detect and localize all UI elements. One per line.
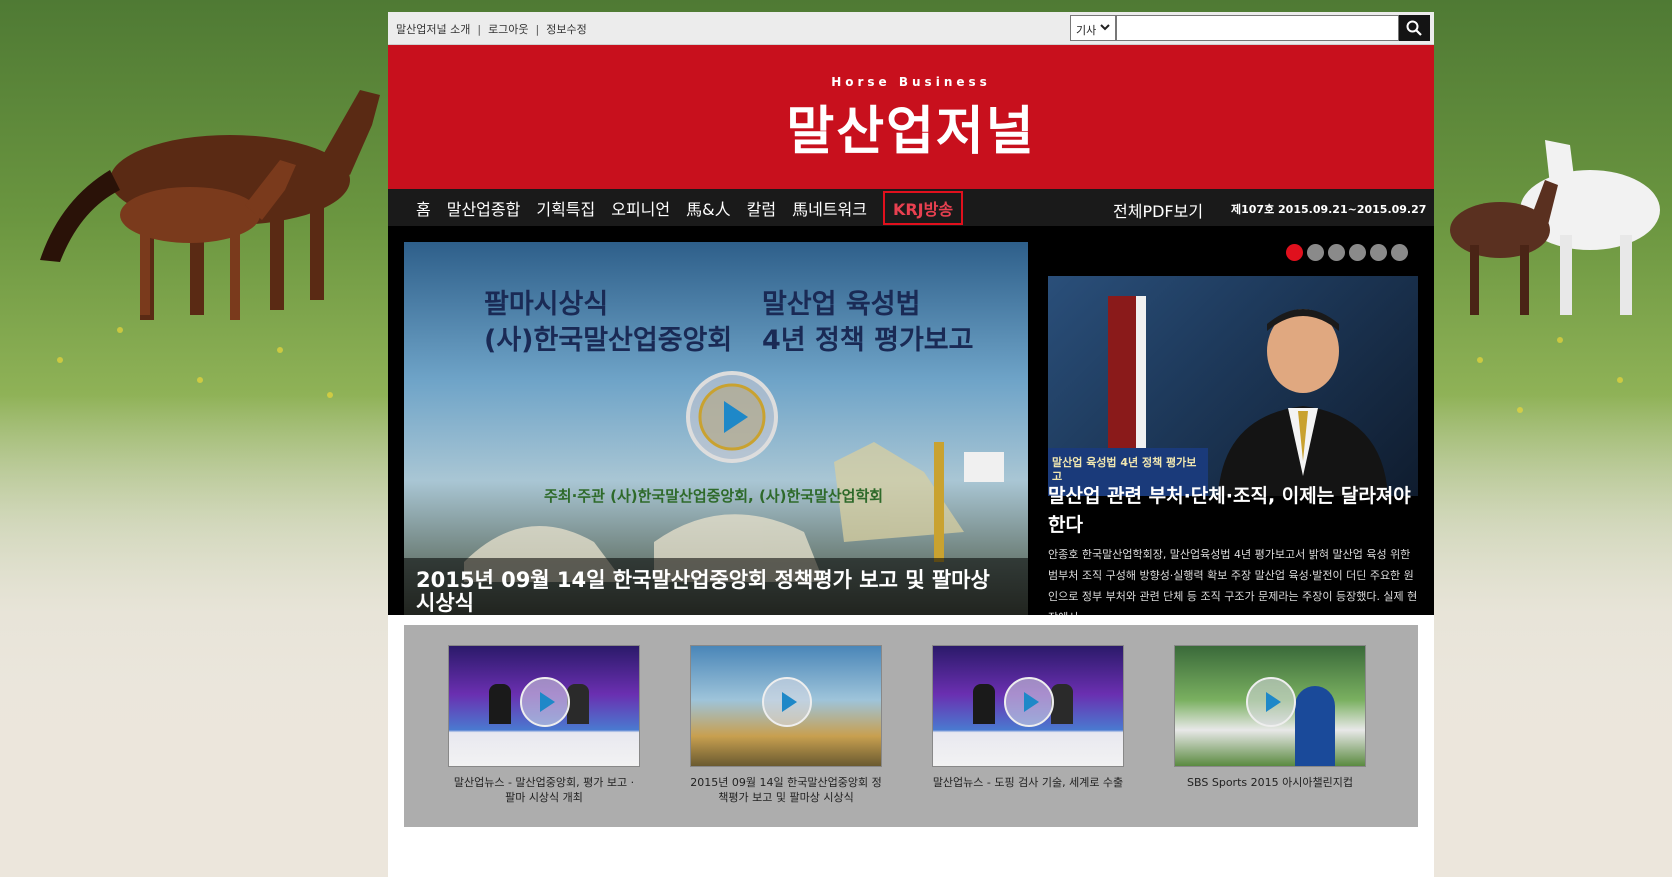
podium-text: 말산업 육성법 4년 정책 평가보고 bbox=[1052, 456, 1197, 483]
headline-title[interactable]: 말산업 관련 부처·단체·조직, 이제는 달라져야 한다 bbox=[1048, 482, 1420, 540]
slide-pager bbox=[1286, 244, 1412, 261]
nav-item-krj-broadcast[interactable]: KRJ방송 bbox=[882, 190, 964, 225]
about-link[interactable]: 말산업저널 소개 bbox=[396, 23, 470, 36]
search-form: 기사 bbox=[1070, 15, 1434, 41]
nav-item-opinion[interactable]: 오피니언 bbox=[611, 196, 670, 220]
video-thumb-3[interactable]: 말산업뉴스 - 도핑 검사 기술, 세계로 수출 bbox=[932, 645, 1124, 790]
video-list-section: 말산업뉴스 - 말산업중앙회, 평가 보고 · 팔마 시상식 개최 2015년 … bbox=[388, 615, 1434, 877]
slide-dot-2[interactable] bbox=[1307, 244, 1324, 261]
video-organizer-text: 주최·주관 (사)한국말산업중앙회, (사)한국말산업학회 bbox=[544, 487, 884, 505]
play-icon bbox=[762, 677, 812, 727]
nav-item-people[interactable]: 馬&人 bbox=[686, 196, 730, 220]
nav-item-home[interactable]: 홈 bbox=[416, 196, 431, 220]
video-thumb-image[interactable] bbox=[1174, 645, 1366, 767]
logo-subtitle: Horse Business bbox=[831, 75, 991, 89]
video-thumb-image[interactable] bbox=[448, 645, 640, 767]
main-nav: 홈 말산업종합 기획특집 오피니언 馬&人 칼럼 馬네트워크 KRJ방송 전체P… bbox=[388, 189, 1434, 226]
logout-link[interactable]: 로그아웃 bbox=[488, 23, 528, 36]
slide-dot-1[interactable] bbox=[1286, 244, 1303, 261]
feature-section: 팔마시상식 (사)한국말산업중앙회 말산업 육성법 4년 정책 평가보고 주최·… bbox=[388, 226, 1434, 650]
play-icon bbox=[1004, 677, 1054, 727]
video-thumb-image[interactable] bbox=[932, 645, 1124, 767]
video-title-left: 팔마시상식 (사)한국말산업중앙회 bbox=[484, 289, 733, 356]
video-thumb-caption[interactable]: 말산업뉴스 - 도핑 검사 기술, 세계로 수출 bbox=[932, 775, 1124, 790]
play-icon bbox=[520, 677, 570, 727]
video-thumb-image[interactable] bbox=[690, 645, 882, 767]
flag-decoration bbox=[934, 442, 1004, 562]
page-container: 말산업저널 소개 | 로그아웃 | 정보수정 기사 Horse Business 말산업… bbox=[388, 12, 1434, 877]
video-thumb-4[interactable]: SBS Sports 2015 아시아챌린지컵 bbox=[1174, 645, 1366, 790]
slide-dot-4[interactable] bbox=[1349, 244, 1366, 261]
video-list: 말산업뉴스 - 말산업중앙회, 평가 보고 · 팔마 시상식 개최 2015년 … bbox=[404, 625, 1418, 827]
nav-item-network[interactable]: 馬네트워크 bbox=[792, 196, 867, 220]
horse-illustration-right bbox=[1450, 140, 1660, 315]
site-header: Horse Business 말산업저널 bbox=[388, 45, 1434, 189]
link-separator: | bbox=[535, 23, 540, 36]
nav-item-features[interactable]: 기획특집 bbox=[536, 196, 595, 220]
video-thumb-caption[interactable]: 말산업뉴스 - 말산업중앙회, 평가 보고 · 팔마 시상식 개최 bbox=[448, 775, 640, 805]
slide-dot-3[interactable] bbox=[1328, 244, 1345, 261]
full-pdf-link[interactable]: 전체PDF보기 bbox=[1113, 198, 1203, 222]
video-title-right: 말산업 육성법 4년 정책 평가보고 bbox=[762, 289, 974, 356]
nav-menu: 홈 말산업종합 기획특집 오피니언 馬&人 칼럼 馬네트워크 KRJ방송 bbox=[416, 189, 964, 226]
chevron-down-icon bbox=[1100, 24, 1110, 31]
video-thumb-1[interactable]: 말산업뉴스 - 말산업중앙회, 평가 보고 · 팔마 시상식 개최 bbox=[448, 645, 640, 805]
headline-photo[interactable]: 말산업 육성법 4년 정책 평가보고 bbox=[1048, 276, 1418, 496]
slide-dot-5[interactable] bbox=[1370, 244, 1387, 261]
edit-profile-link[interactable]: 정보수정 bbox=[546, 23, 586, 36]
site-logo[interactable]: 말산업저널 bbox=[388, 89, 1434, 164]
search-category-select[interactable]: 기사 bbox=[1070, 15, 1116, 41]
slide-dot-6[interactable] bbox=[1391, 244, 1408, 261]
link-separator: | bbox=[477, 23, 482, 36]
video-thumb-caption[interactable]: SBS Sports 2015 아시아챌린지컵 bbox=[1174, 775, 1366, 790]
utility-links: 말산업저널 소개 | 로그아웃 | 정보수정 bbox=[396, 21, 587, 37]
utility-bar: 말산업저널 소개 | 로그아웃 | 정보수정 기사 bbox=[388, 12, 1434, 45]
search-icon bbox=[1406, 20, 1422, 36]
search-category-value: 기사 bbox=[1076, 24, 1097, 37]
video-caption[interactable]: 2015년 09월 14일 한국말산업중앙회 정책평가 보고 및 팔마상 시상식 bbox=[416, 569, 1016, 615]
issue-info: 제107호 2015.09.21~2015.09.27 bbox=[1231, 203, 1427, 216]
play-icon bbox=[1246, 677, 1296, 727]
nav-item-column[interactable]: 칼럼 bbox=[747, 196, 776, 220]
main-video-player[interactable]: 팔마시상식 (사)한국말산업중앙회 말산업 육성법 4년 정책 평가보고 주최·… bbox=[404, 242, 1028, 640]
play-icon[interactable] bbox=[684, 369, 780, 465]
search-button[interactable] bbox=[1399, 15, 1430, 41]
video-thumb-2[interactable]: 2015년 09월 14일 한국말산업중앙회 정책평가 보고 및 팔마상 시상식 bbox=[690, 645, 882, 805]
nav-item-general[interactable]: 말산업종합 bbox=[447, 196, 521, 220]
video-thumb-caption[interactable]: 2015년 09월 14일 한국말산업중앙회 정책평가 보고 및 팔마상 시상식 bbox=[690, 775, 882, 805]
search-input[interactable] bbox=[1116, 15, 1399, 41]
